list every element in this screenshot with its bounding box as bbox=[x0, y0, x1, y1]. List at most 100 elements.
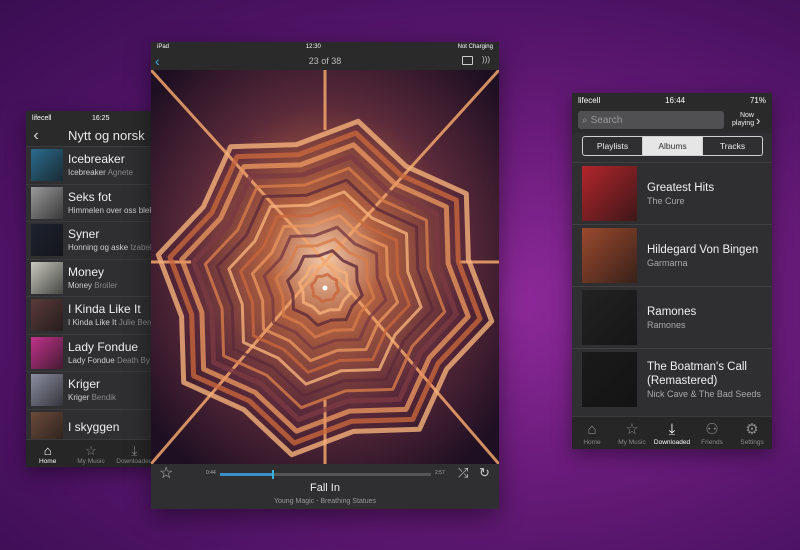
track-title: Seks fot bbox=[68, 189, 112, 204]
tab-settings[interactable]: ⚙ Settings bbox=[732, 417, 772, 449]
album-row[interactable]: Hildegard Von Bingen Garmarna bbox=[572, 224, 772, 286]
tab-label: Home bbox=[38, 457, 57, 465]
track-title: I skyggen bbox=[68, 420, 120, 435]
track-album: Himmelen over oss blek bbox=[68, 205, 154, 215]
album-cover bbox=[582, 228, 637, 283]
track-thumbnail bbox=[31, 224, 63, 257]
search-row: ⌕ Search Now playing › bbox=[572, 107, 772, 133]
friends-icon: ⚇ bbox=[705, 420, 719, 438]
track-artist: Broiler bbox=[94, 280, 118, 290]
star-icon: ☆ bbox=[625, 420, 639, 438]
track-artist: Bendik bbox=[91, 393, 117, 403]
now-playing-button[interactable]: Now playing bbox=[732, 112, 754, 128]
back-icon[interactable]: ‹ bbox=[26, 127, 46, 145]
home-icon: ⌂ bbox=[587, 420, 597, 438]
airplay-icon[interactable]: ))) bbox=[482, 55, 490, 64]
elapsed-time: 0:44 bbox=[206, 470, 216, 476]
tab-bar: ⌂ Home ☆ My Music ⤓ Downloaded ⚇ Friends ⚙ Se… bbox=[572, 416, 772, 449]
search-placeholder: Search bbox=[590, 114, 623, 126]
song-title: Fall In bbox=[310, 482, 340, 494]
track-list: Icebreaker Icebreaker Agnete Seks fot Himme… bbox=[26, 147, 156, 447]
track-album: Icebreaker bbox=[68, 168, 106, 178]
tab-my-music[interactable]: ☆ My Music bbox=[612, 417, 652, 449]
track-thumbnail bbox=[31, 374, 63, 407]
search-input[interactable]: ⌕ Search bbox=[578, 111, 724, 129]
clock: 12:30 bbox=[305, 44, 321, 50]
track-counter: 23 of 38 bbox=[308, 56, 342, 66]
track-row[interactable]: I Kinda Like It I Kinda Like It Julie Ber… bbox=[26, 297, 156, 335]
chevron-right-icon[interactable]: › bbox=[756, 113, 760, 128]
track-row[interactable]: Kriger Kriger Bendik bbox=[26, 372, 156, 410]
track-title: Kriger bbox=[68, 377, 101, 392]
right-phone: lifecell 16:44 71% ⌕ Search Now playing … bbox=[572, 93, 772, 449]
album-artist: Ramones bbox=[647, 319, 686, 330]
tab-downloaded[interactable]: ⤓ Downloaded bbox=[113, 440, 156, 467]
carrier-label: lifecell bbox=[578, 95, 601, 105]
playlist-title: Nytt og norsk bbox=[68, 128, 145, 143]
track-album: Money bbox=[68, 280, 93, 290]
tab-label: Downloaded bbox=[116, 457, 153, 465]
album-cover bbox=[582, 352, 637, 407]
track-row[interactable]: Icebreaker Icebreaker Agnete bbox=[26, 147, 156, 185]
track-title: Money bbox=[68, 264, 105, 279]
track-row[interactable]: Lady Fondue Lady Fondue Death By bbox=[26, 335, 156, 372]
tab-friends[interactable]: ⚇ Friends bbox=[692, 417, 732, 449]
track-artist: Death By bbox=[116, 355, 150, 365]
status-bar: lifecell 16:44 71% bbox=[572, 93, 772, 107]
favorite-star-icon[interactable]: ☆ bbox=[159, 463, 173, 483]
track-row[interactable]: Syner Honning og aske Izabel bbox=[26, 222, 156, 260]
tab-label: Downloaded bbox=[653, 438, 691, 446]
tab-label: My Music bbox=[77, 457, 105, 465]
track-row[interactable]: Money Money Broiler bbox=[26, 260, 156, 297]
progress-bar[interactable] bbox=[220, 470, 431, 479]
back-icon[interactable]: ‹ bbox=[155, 53, 160, 69]
cast-icon[interactable] bbox=[462, 56, 473, 65]
album-title: Hildegard Von Bingen bbox=[647, 243, 759, 256]
duration-time: 2:57 bbox=[435, 470, 445, 476]
ipad-player: iPad 12:30 Not Charging ‹ 23 of 38 ))) ☆… bbox=[151, 42, 499, 509]
tab-my-music[interactable]: ☆ My Music bbox=[69, 440, 112, 467]
gear-icon: ⚙ bbox=[745, 420, 759, 438]
track-thumbnail bbox=[31, 336, 63, 369]
tab-label: Home bbox=[583, 438, 601, 446]
device-label: iPad bbox=[157, 44, 170, 50]
battery-status: Not Charging bbox=[457, 44, 493, 50]
repeat-icon[interactable]: ↻ bbox=[479, 465, 490, 481]
status-bar: lifecell 16:25 bbox=[26, 111, 156, 125]
carrier-label: lifecell bbox=[32, 114, 52, 122]
album-artwork bbox=[151, 70, 499, 464]
playback-controls: ☆ 0:44 2:57 ⤮ ↻ Fall In Young Magic - Br… bbox=[151, 464, 499, 509]
segment-playlists[interactable]: Playlists bbox=[583, 137, 643, 155]
star-icon: ☆ bbox=[85, 442, 97, 458]
download-icon: ⤓ bbox=[131, 442, 138, 458]
segment-albums[interactable]: Albums bbox=[643, 137, 703, 155]
track-title: Lady Fondue bbox=[68, 339, 139, 354]
tab-downloaded[interactable]: ⤓ Downloaded bbox=[652, 417, 692, 449]
album-title: The Boatman's Call (Remastered) bbox=[647, 360, 747, 387]
tab-label: Friends bbox=[701, 438, 723, 446]
album-list: Greatest Hits The Cure Hildegard Von Binge… bbox=[572, 162, 772, 410]
progress-handle[interactable] bbox=[271, 470, 274, 479]
track-album: Honning og aske bbox=[68, 243, 129, 253]
search-icon: ⌕ bbox=[582, 114, 588, 126]
battery-level: 71% bbox=[749, 95, 766, 105]
track-artist: Agnete bbox=[107, 168, 133, 178]
track-row[interactable]: Seks fot Himmelen over oss blek bbox=[26, 185, 156, 222]
album-cover bbox=[582, 290, 637, 345]
tab-label: My Music bbox=[618, 438, 646, 446]
track-album: Lady Fondue bbox=[68, 355, 115, 365]
tab-home[interactable]: ⌂ Home bbox=[26, 440, 69, 467]
segment-tracks[interactable]: Tracks bbox=[703, 137, 762, 155]
album-row[interactable]: Ramones Ramones bbox=[572, 286, 772, 348]
album-artist: The Cure bbox=[647, 195, 685, 206]
album-row[interactable]: The Boatman's Call (Remastered) Nick Cave… bbox=[572, 348, 772, 410]
track-album: Kriger bbox=[68, 393, 90, 403]
album-artist: Nick Cave & The Bad Seeds bbox=[647, 388, 761, 399]
tab-home[interactable]: ⌂ Home bbox=[572, 417, 612, 449]
track-artist: Julie Berg bbox=[118, 318, 155, 328]
album-row[interactable]: Greatest Hits The Cure bbox=[572, 162, 772, 224]
shuffle-icon[interactable]: ⤮ bbox=[458, 465, 468, 481]
track-thumbnail bbox=[31, 261, 63, 294]
track-thumbnail bbox=[31, 186, 63, 219]
track-album: I Kinda Like It bbox=[68, 318, 117, 328]
